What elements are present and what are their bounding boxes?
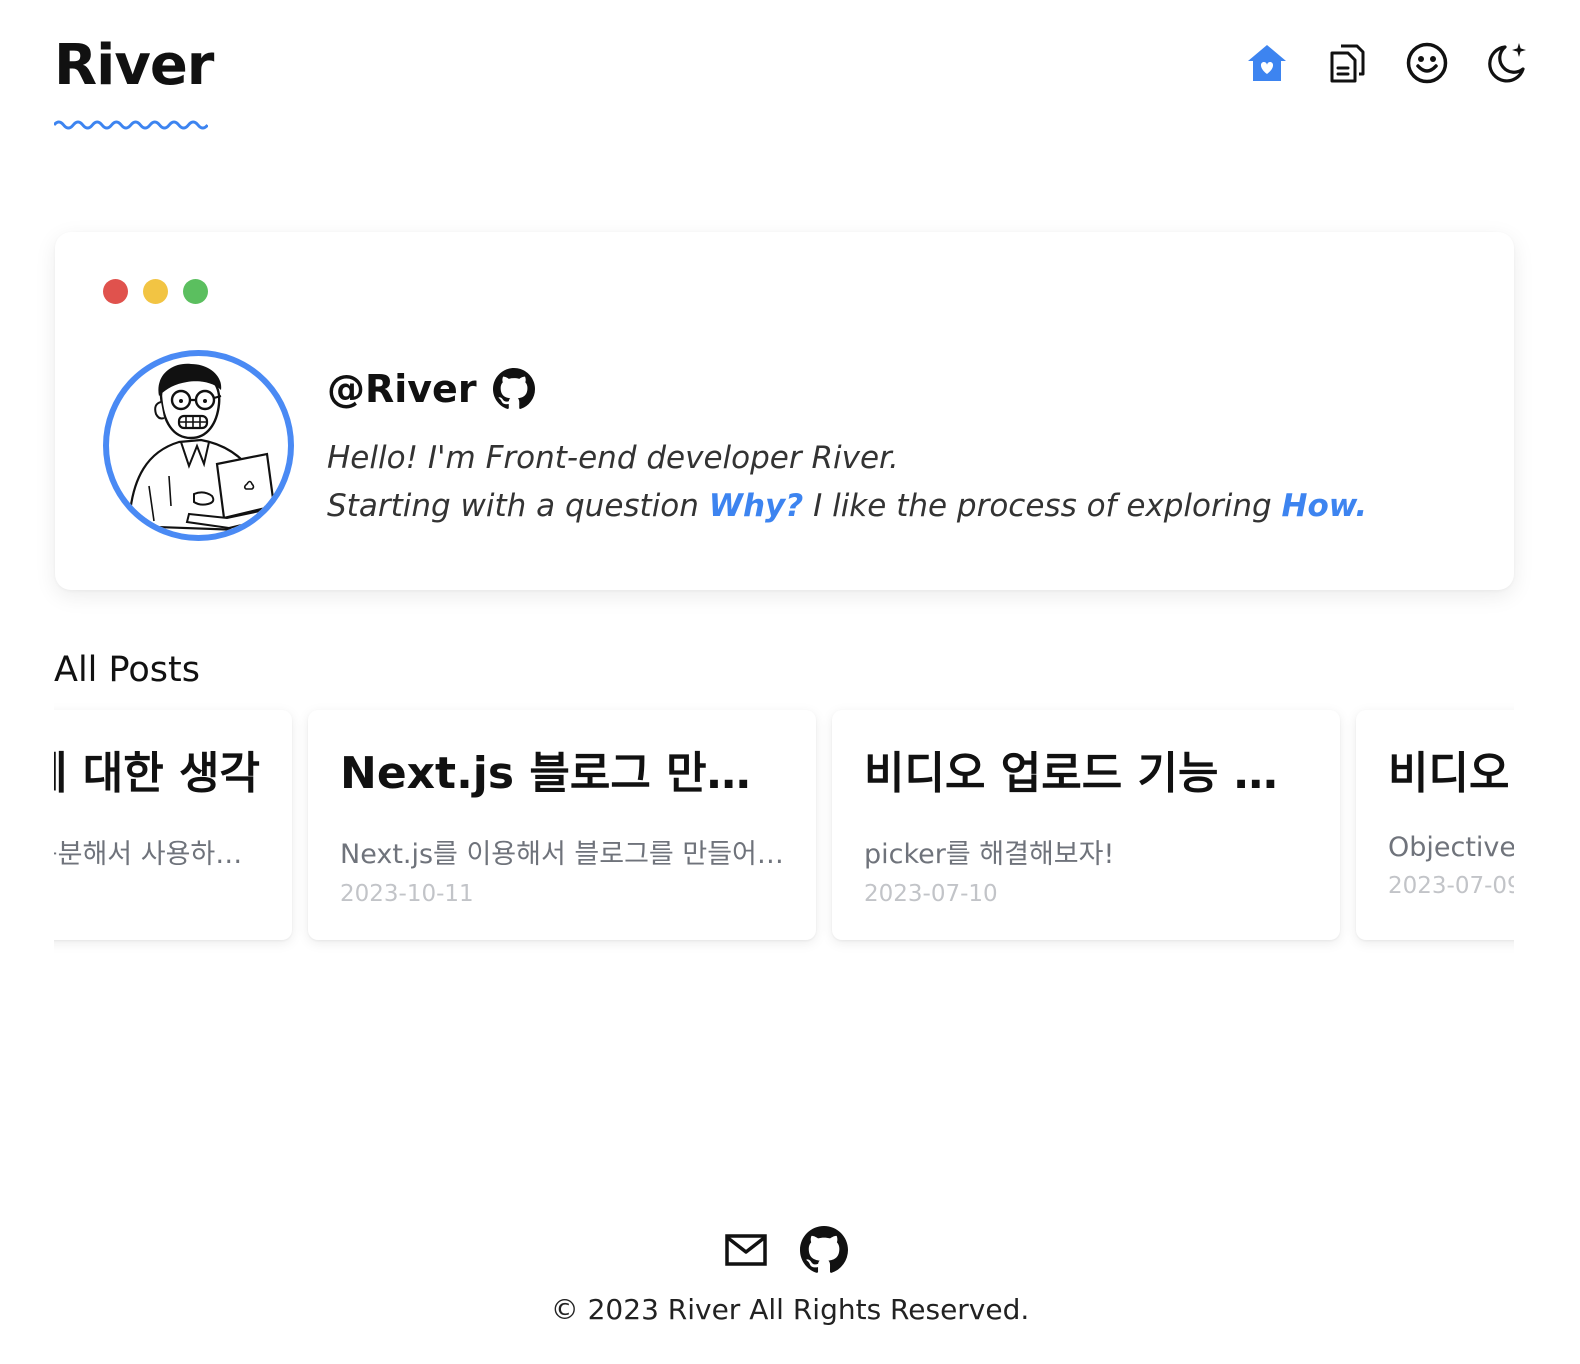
bio-line-2-a: Starting with a question	[327, 488, 709, 524]
logo-underline-wave	[54, 120, 208, 130]
footer-icons	[722, 1226, 848, 1274]
copyright-text: © 2023 River All Rights Reserved.	[550, 1293, 1030, 1326]
mail-icon[interactable]	[722, 1226, 770, 1274]
post-date: 2023-07-10	[864, 881, 998, 907]
documents-icon[interactable]	[1324, 40, 1370, 86]
post-card[interactable]: …에 대한 생각 단일, 다중, 쉼표를 구분해서 사용하는 것 중, 다중,,…	[54, 710, 292, 940]
post-card[interactable]: 비디오 Objective- 2023-07-09	[1356, 710, 1514, 940]
post-card[interactable]: 비디오 업로드 기능 … picker를 해결해보자! 2023-07-10	[832, 710, 1340, 940]
home-icon[interactable]	[1244, 40, 1290, 86]
avatar	[103, 350, 294, 541]
post-description: Next.js를 이용해서 블로그를 만들어보…	[340, 839, 784, 870]
close-dot	[103, 279, 128, 304]
post-title: Next.js 블로그 만들…	[340, 748, 784, 799]
post-title: …에 대한 생각	[54, 748, 260, 799]
window-dots	[103, 279, 208, 304]
maximize-dot	[183, 279, 208, 304]
handle-row: @River	[327, 364, 1367, 414]
site-logo[interactable]: River	[54, 30, 214, 130]
post-title: 비디오	[1388, 748, 1510, 799]
bio-how: How.	[1281, 488, 1368, 524]
post-description: 단일, 다중, 쉼표를 구분해서 사용하는 것 중, 다중,,으로 쓰…	[54, 839, 260, 870]
profile-handle: @River	[327, 367, 477, 411]
github-icon[interactable]	[492, 368, 535, 410]
github-icon[interactable]	[800, 1226, 848, 1274]
profile-bio: Hello! I'm Front-end developer River. St…	[327, 434, 1367, 530]
post-description: picker를 해결해보자!	[864, 839, 1115, 870]
all-posts-title: All Posts	[54, 650, 200, 690]
post-card[interactable]: Next.js 블로그 만들… Next.js를 이용해서 블로그를 만들어보……	[308, 710, 816, 940]
profile-card: @River Hello! I'm Front-end developer Ri…	[55, 232, 1514, 590]
posts-track: …에 대한 생각 단일, 다중, 쉼표를 구분해서 사용하는 것 중, 다중,,…	[54, 710, 1514, 940]
post-description: Objective-	[1388, 832, 1514, 863]
bio-why: Why?	[708, 488, 804, 524]
smiley-icon[interactable]	[1404, 40, 1450, 86]
top-nav	[1244, 40, 1530, 86]
profile-info: @River Hello! I'm Front-end developer Ri…	[327, 364, 1367, 530]
logo-text: River	[54, 33, 214, 98]
posts-carousel[interactable]: …에 대한 생각 단일, 다중, 쉼표를 구분해서 사용하는 것 중, 다중,,…	[54, 700, 1514, 960]
moon-star-icon[interactable]	[1484, 40, 1530, 86]
bio-line-1: Hello! I'm Front-end developer River.	[327, 440, 899, 476]
post-title: 비디오 업로드 기능 …	[864, 748, 1278, 799]
post-date: 2023-10-11	[340, 881, 474, 907]
post-date: 2023-07-09	[1388, 873, 1514, 899]
minimize-dot	[143, 279, 168, 304]
bio-line-2-b: I like the process of exploring	[803, 488, 1282, 524]
